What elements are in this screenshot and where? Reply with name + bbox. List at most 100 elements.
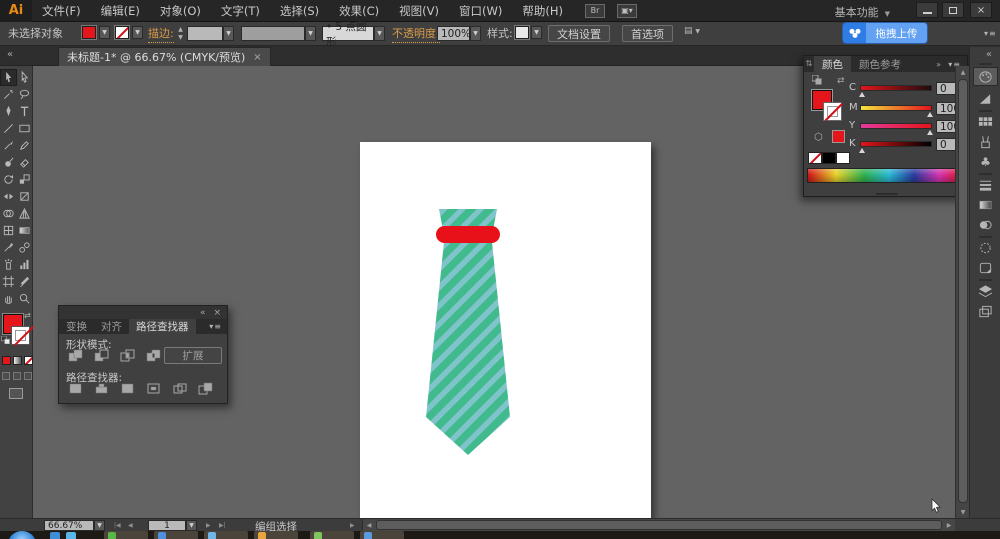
- line-segment-tool[interactable]: [1, 121, 16, 136]
- taskbar-app-button[interactable]: [104, 531, 148, 539]
- document-tab[interactable]: 未标题-1* @ 66.67% (CMYK/预览) ×: [58, 47, 271, 66]
- white-swatch[interactable]: [836, 152, 850, 164]
- none-swatch[interactable]: [808, 152, 822, 164]
- status-expand-icon[interactable]: ▶: [350, 520, 355, 531]
- slider-thumb-icon[interactable]: [927, 112, 933, 117]
- default-fill-stroke-icon[interactable]: [1, 336, 10, 344]
- swap-fill-stroke-icon[interactable]: ⇄: [24, 311, 31, 320]
- crop-button[interactable]: [145, 381, 162, 396]
- yellow-slider[interactable]: [860, 123, 932, 129]
- screen-mode-button[interactable]: [9, 388, 23, 399]
- scroll-up-icon[interactable]: ▲: [956, 66, 970, 78]
- minus-back-button[interactable]: [197, 381, 214, 396]
- dock-graphic-styles-panel[interactable]: [974, 259, 997, 276]
- prev-artboard-icon[interactable]: ◀: [128, 520, 133, 531]
- intersect-button[interactable]: [119, 348, 136, 363]
- menu-object[interactable]: 对象(O): [150, 0, 211, 22]
- style-dropdown[interactable]: ▼: [531, 26, 542, 39]
- dock-color-guide-panel[interactable]: [974, 90, 997, 107]
- touch-workspace-icon[interactable]: ▤ ▼: [684, 26, 700, 36]
- free-transform-tool[interactable]: [17, 189, 32, 204]
- opacity-field[interactable]: 100%: [437, 26, 470, 41]
- artboard[interactable]: [360, 142, 651, 518]
- stroke-weight-dropdown[interactable]: ▼: [223, 26, 234, 41]
- draw-inside-button[interactable]: [24, 372, 32, 380]
- dock-swatches-panel[interactable]: [974, 113, 997, 130]
- menu-view[interactable]: 视图(V): [389, 0, 449, 22]
- tab-color-guide[interactable]: 颜色参考: [851, 56, 909, 72]
- menu-type[interactable]: 文字(T): [211, 0, 270, 22]
- dock-appearance-panel[interactable]: [974, 239, 997, 256]
- shape-builder-tool[interactable]: [1, 206, 16, 221]
- gradient-tool[interactable]: [17, 223, 32, 238]
- menu-edit[interactable]: 编辑(E): [91, 0, 150, 22]
- expand-button[interactable]: 扩展: [164, 347, 222, 364]
- variable-width-dropdown[interactable]: ▼: [305, 26, 316, 41]
- dock-gradient-panel[interactable]: [974, 196, 997, 213]
- dock-stroke-panel[interactable]: [974, 176, 997, 193]
- first-artboard-icon[interactable]: |◀: [114, 520, 121, 531]
- scale-tool[interactable]: [17, 172, 32, 187]
- width-tool[interactable]: [1, 189, 16, 204]
- pencil-tool[interactable]: [17, 138, 32, 153]
- tie-artwork[interactable]: [360, 142, 651, 518]
- artboard-tool[interactable]: [1, 274, 16, 289]
- mesh-tool[interactable]: [1, 223, 16, 238]
- close-tab-icon[interactable]: ×: [253, 52, 261, 63]
- zoom-tool[interactable]: [17, 291, 32, 306]
- scroll-down-icon[interactable]: ▼: [956, 506, 970, 518]
- selection-tool[interactable]: [1, 70, 16, 85]
- outline-button[interactable]: [171, 381, 188, 396]
- dock-brushes-panel[interactable]: [974, 133, 997, 150]
- panel-menu-icon[interactable]: ▾≡: [209, 322, 222, 331]
- slider-thumb-icon[interactable]: [859, 148, 865, 153]
- stroke-color-indicator[interactable]: [11, 326, 30, 345]
- close-panel-icon[interactable]: ×: [213, 308, 221, 318]
- tab-color[interactable]: 颜色: [814, 56, 851, 72]
- slice-tool[interactable]: [17, 274, 32, 289]
- restore-button[interactable]: [942, 2, 964, 18]
- black-swatch[interactable]: [822, 152, 836, 164]
- slider-thumb-icon[interactable]: [859, 92, 865, 97]
- draw-behind-button[interactable]: [13, 372, 21, 380]
- cyan-slider[interactable]: [860, 85, 932, 91]
- perspective-grid-tool[interactable]: [17, 206, 32, 221]
- bridge-icon[interactable]: Br: [585, 4, 605, 18]
- tab-pathfinder[interactable]: 路径查找器: [129, 319, 196, 334]
- column-graph-tool[interactable]: [17, 257, 32, 272]
- menu-select[interactable]: 选择(S): [270, 0, 329, 22]
- dock-symbols-panel[interactable]: ♣: [974, 153, 997, 170]
- slider-thumb-icon[interactable]: [927, 130, 933, 135]
- none-mode-button[interactable]: [24, 356, 33, 365]
- color-mode-button[interactable]: [2, 356, 11, 365]
- dock-color-panel[interactable]: [974, 68, 997, 85]
- start-button[interactable]: [8, 531, 36, 539]
- pen-tool[interactable]: [1, 104, 16, 119]
- paintbrush-tool[interactable]: [1, 138, 16, 153]
- direct-selection-tool[interactable]: [17, 70, 32, 85]
- type-tool[interactable]: [17, 104, 32, 119]
- panel-resize-grip[interactable]: [876, 193, 898, 195]
- style-swatch[interactable]: [515, 26, 529, 39]
- stroke-color-swatch[interactable]: [115, 26, 129, 39]
- vertical-scrollbar[interactable]: ▲ ▼: [955, 66, 969, 518]
- dock-artboards-panel[interactable]: [974, 303, 997, 320]
- scroll-right-icon[interactable]: ▶: [943, 519, 955, 531]
- workspace-switcher[interactable]: 基本功能▼: [835, 4, 890, 20]
- control-panel-menu-icon[interactable]: ▾≡: [984, 29, 997, 38]
- brush-definition-field[interactable]: • 5 点圆形: [322, 26, 374, 41]
- collapse-to-icons-icon[interactable]: »: [936, 60, 941, 69]
- variable-width-profile[interactable]: [241, 26, 305, 41]
- eraser-tool[interactable]: [17, 155, 32, 170]
- fill-color-swatch[interactable]: [82, 26, 96, 39]
- opacity-label[interactable]: 不透明度:: [392, 26, 440, 43]
- color-spectrum-bar[interactable]: [807, 168, 965, 183]
- magic-wand-tool[interactable]: [1, 87, 16, 102]
- blob-brush-tool[interactable]: [1, 155, 16, 170]
- taskbar-icon[interactable]: [66, 532, 76, 539]
- merge-button[interactable]: [119, 381, 136, 396]
- stroke-weight-label[interactable]: 描边:: [148, 26, 174, 43]
- zoom-level-dropdown[interactable]: ▼: [94, 520, 105, 531]
- vertical-scroll-thumb[interactable]: [958, 79, 968, 503]
- tab-align[interactable]: 对齐: [94, 319, 129, 334]
